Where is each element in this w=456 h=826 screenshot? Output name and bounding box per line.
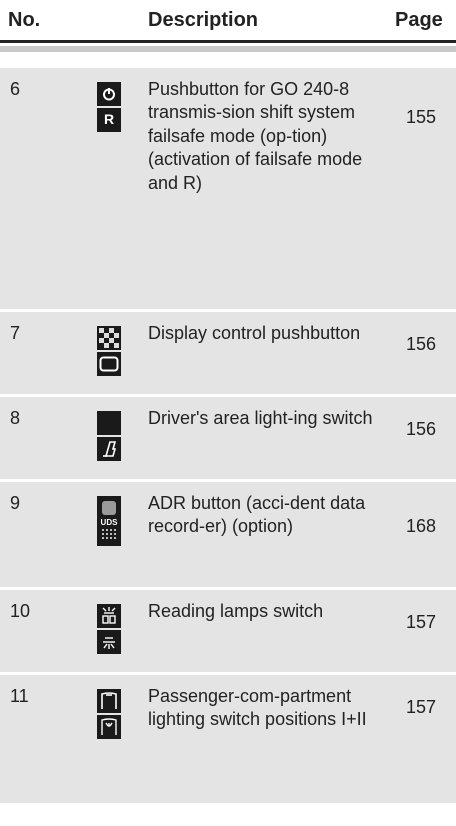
row-icons: [97, 604, 121, 656]
row-number: 11: [10, 686, 29, 706]
header-rule: [0, 40, 456, 43]
r-letter-icon: R: [97, 108, 121, 132]
controls-table: 6 R Pushbutton for GO 240-8 transmis-sio…: [0, 68, 456, 806]
header-rule-grey: [0, 46, 456, 52]
row-description: Reading lamps switch: [148, 601, 324, 621]
checker-icon: [97, 326, 121, 350]
row-number: 6: [10, 79, 21, 99]
row-description: ADR button (acci-dent data record-er) (o…: [148, 493, 366, 537]
row-number: 9: [10, 493, 21, 513]
row-icons: UDS: [97, 496, 121, 548]
row-icons: [97, 411, 121, 463]
display-frame-icon: [97, 352, 121, 376]
table-row: 10 Reading lamps switch 157: [0, 590, 456, 675]
table-row: 6 R Pushbutton for GO 240-8 transmis-sio…: [0, 68, 456, 312]
row-page: 155: [406, 107, 437, 127]
table-row: 8 Driver's area light-ing switch 156: [0, 397, 456, 482]
row-number: 10: [10, 601, 31, 621]
driver-seat-icon: [97, 437, 121, 461]
row-page: 168: [406, 516, 437, 536]
table-row: 7 Display control pushbutton 156: [0, 312, 456, 397]
row-description: Pushbutton for GO 240-8 transmis-sion sh…: [148, 79, 363, 193]
row-number: 8: [10, 408, 21, 428]
lamp-icon: [97, 630, 121, 654]
table-header: No. Description Page: [0, 0, 456, 40]
row-icons: R: [97, 82, 121, 134]
header-page: Page: [395, 9, 443, 31]
row-page: 157: [406, 697, 437, 717]
compartment-light-1-icon: [97, 689, 121, 713]
row-description: Display control pushbutton: [148, 323, 361, 343]
row-page: 156: [406, 334, 437, 354]
row-icons: [97, 689, 121, 741]
header-description: Description: [148, 9, 259, 31]
reading-lamp-icon: [97, 604, 121, 628]
row-number: 7: [10, 323, 21, 343]
power-icon: [97, 82, 121, 106]
header-no: No.: [8, 9, 41, 31]
row-page: 156: [406, 419, 437, 439]
row-description: Passenger-com-partment lighting switch p…: [148, 686, 367, 730]
row-description: Driver's area light-ing switch: [148, 408, 373, 428]
table-row: 9 UDS ADR button (acci-dent data record-…: [0, 482, 456, 590]
adr-button-icon: UDS: [97, 496, 121, 546]
row-icons: [97, 326, 121, 378]
row-page: 157: [406, 612, 437, 632]
compartment-light-2-icon: [97, 715, 121, 739]
blank-icon: [97, 411, 121, 435]
table-row: 11 Passenger-com-partment lighting switc…: [0, 675, 456, 806]
